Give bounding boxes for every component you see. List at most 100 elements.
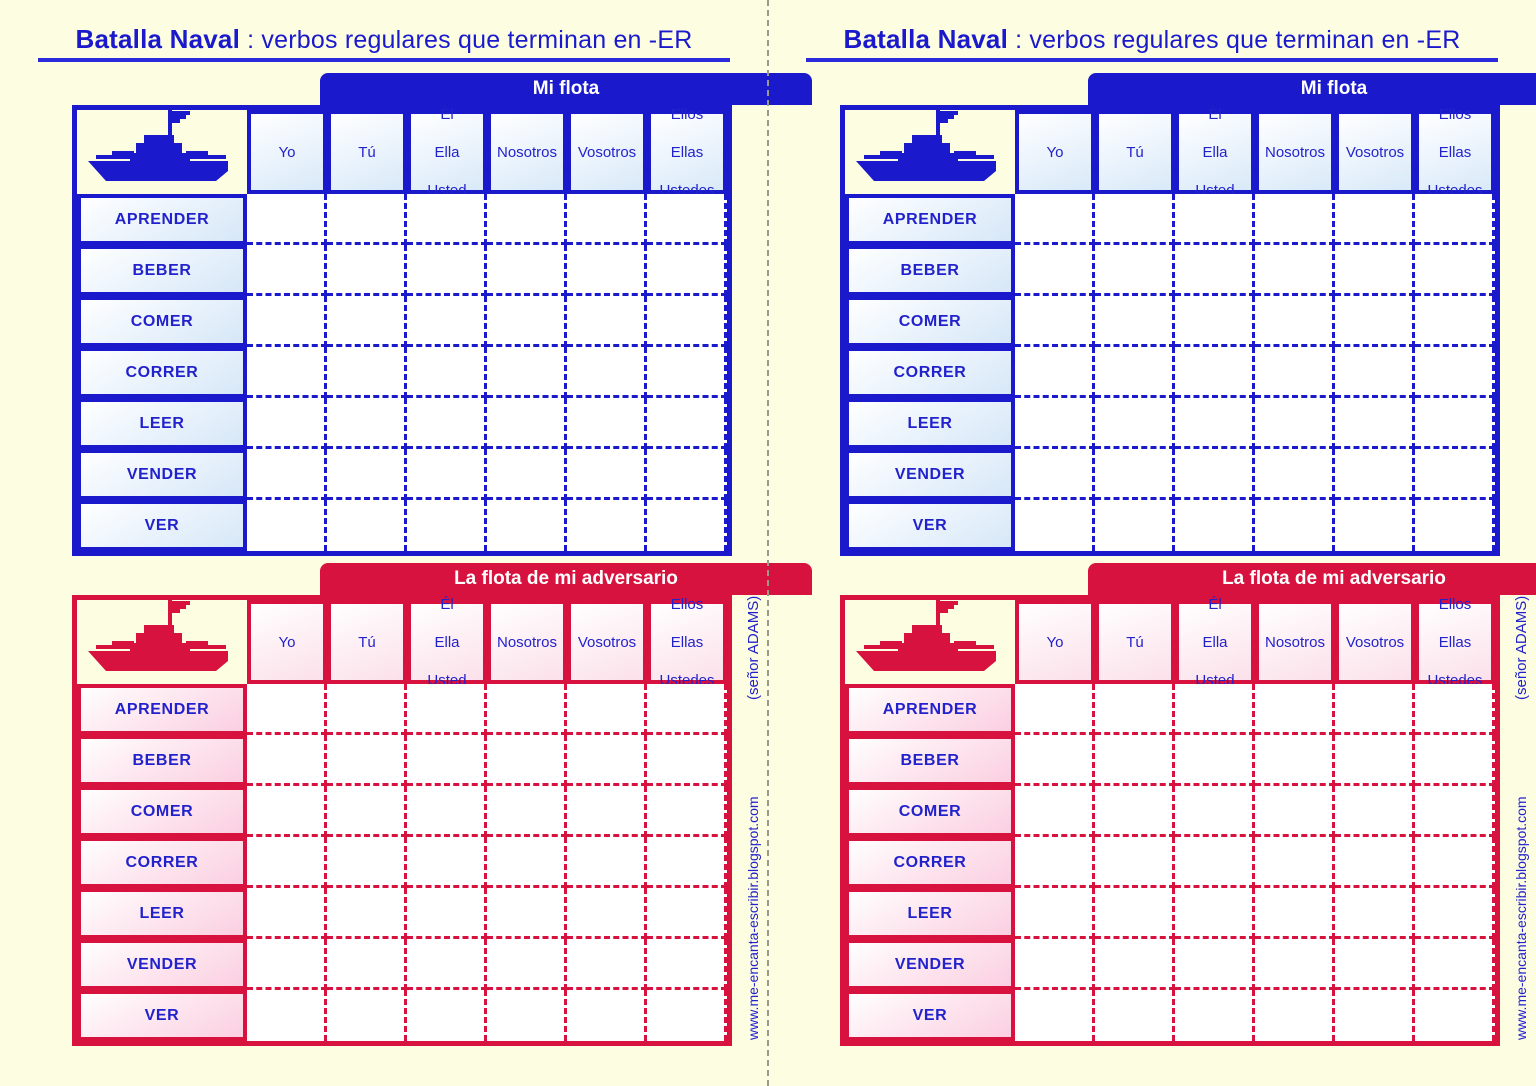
play-cell[interactable] (407, 500, 487, 551)
play-cell[interactable] (1015, 888, 1095, 939)
play-cell[interactable] (1415, 194, 1495, 245)
play-cell[interactable] (327, 449, 407, 500)
play-cell[interactable] (1255, 296, 1335, 347)
play-cell[interactable] (327, 786, 407, 837)
play-cell[interactable] (1415, 398, 1495, 449)
play-cell[interactable] (1175, 449, 1255, 500)
play-cell[interactable] (407, 684, 487, 735)
play-cell[interactable] (1415, 296, 1495, 347)
play-cell[interactable] (1015, 398, 1095, 449)
play-cell[interactable] (247, 939, 327, 990)
play-cell[interactable] (1335, 837, 1415, 888)
play-cell[interactable] (1015, 245, 1095, 296)
play-cell[interactable] (647, 786, 727, 837)
play-cell[interactable] (1415, 888, 1495, 939)
play-cell[interactable] (1255, 245, 1335, 296)
play-cell[interactable] (407, 837, 487, 888)
play-cell[interactable] (567, 296, 647, 347)
play-cell[interactable] (1095, 347, 1175, 398)
play-cell[interactable] (647, 296, 727, 347)
play-cell[interactable] (247, 500, 327, 551)
play-cell[interactable] (1175, 398, 1255, 449)
play-cell[interactable] (1175, 296, 1255, 347)
play-cell[interactable] (1255, 449, 1335, 500)
play-cell[interactable] (1095, 500, 1175, 551)
play-cell[interactable] (1095, 990, 1175, 1041)
play-cell[interactable] (487, 786, 567, 837)
play-cell[interactable] (1175, 837, 1255, 888)
play-cell[interactable] (487, 684, 567, 735)
play-cell[interactable] (1415, 939, 1495, 990)
play-cell[interactable] (1415, 990, 1495, 1041)
play-cell[interactable] (1415, 735, 1495, 786)
play-cell[interactable] (1095, 194, 1175, 245)
play-cell[interactable] (567, 684, 647, 735)
play-cell[interactable] (247, 347, 327, 398)
play-cell[interactable] (1175, 888, 1255, 939)
play-cell[interactable] (487, 296, 567, 347)
play-cell[interactable] (1175, 684, 1255, 735)
play-cell[interactable] (1015, 347, 1095, 398)
play-cell[interactable] (1415, 245, 1495, 296)
play-cell[interactable] (1335, 735, 1415, 786)
play-cell[interactable] (1095, 786, 1175, 837)
play-cell[interactable] (1335, 500, 1415, 551)
play-cell[interactable] (1095, 245, 1175, 296)
play-cell[interactable] (647, 990, 727, 1041)
play-cell[interactable] (487, 347, 567, 398)
play-cell[interactable] (487, 837, 567, 888)
play-cell[interactable] (327, 398, 407, 449)
play-cell[interactable] (247, 990, 327, 1041)
play-cell[interactable] (1095, 684, 1175, 735)
play-cell[interactable] (1415, 684, 1495, 735)
play-cell[interactable] (1095, 939, 1175, 990)
play-cell[interactable] (567, 735, 647, 786)
play-cell[interactable] (487, 735, 567, 786)
play-cell[interactable] (407, 449, 487, 500)
play-cell[interactable] (1335, 786, 1415, 837)
play-cell[interactable] (1015, 939, 1095, 990)
play-cell[interactable] (407, 786, 487, 837)
play-cell[interactable] (407, 398, 487, 449)
play-cell[interactable] (1175, 500, 1255, 551)
play-cell[interactable] (1015, 194, 1095, 245)
play-cell[interactable] (487, 990, 567, 1041)
play-cell[interactable] (327, 990, 407, 1041)
play-cell[interactable] (487, 500, 567, 551)
play-cell[interactable] (1335, 888, 1415, 939)
play-cell[interactable] (1095, 398, 1175, 449)
play-cell[interactable] (327, 296, 407, 347)
play-cell[interactable] (247, 398, 327, 449)
play-cell[interactable] (1015, 786, 1095, 837)
play-cell[interactable] (647, 245, 727, 296)
play-cell[interactable] (407, 735, 487, 786)
play-cell[interactable] (327, 939, 407, 990)
play-cell[interactable] (1415, 347, 1495, 398)
play-cell[interactable] (327, 194, 407, 245)
play-cell[interactable] (407, 990, 487, 1041)
play-cell[interactable] (1015, 449, 1095, 500)
play-cell[interactable] (1335, 347, 1415, 398)
play-cell[interactable] (1175, 245, 1255, 296)
play-cell[interactable] (1255, 735, 1335, 786)
play-cell[interactable] (247, 888, 327, 939)
play-cell[interactable] (647, 684, 727, 735)
play-cell[interactable] (1015, 837, 1095, 888)
play-cell[interactable] (327, 347, 407, 398)
play-cell[interactable] (407, 194, 487, 245)
play-cell[interactable] (1015, 296, 1095, 347)
play-cell[interactable] (567, 398, 647, 449)
play-cell[interactable] (1335, 398, 1415, 449)
play-cell[interactable] (1255, 347, 1335, 398)
play-cell[interactable] (487, 245, 567, 296)
play-cell[interactable] (1415, 837, 1495, 888)
play-cell[interactable] (647, 888, 727, 939)
play-cell[interactable] (1335, 245, 1415, 296)
play-cell[interactable] (1175, 347, 1255, 398)
play-cell[interactable] (567, 245, 647, 296)
play-cell[interactable] (1255, 837, 1335, 888)
play-cell[interactable] (1175, 735, 1255, 786)
play-cell[interactable] (1335, 296, 1415, 347)
play-cell[interactable] (1255, 786, 1335, 837)
play-cell[interactable] (647, 735, 727, 786)
